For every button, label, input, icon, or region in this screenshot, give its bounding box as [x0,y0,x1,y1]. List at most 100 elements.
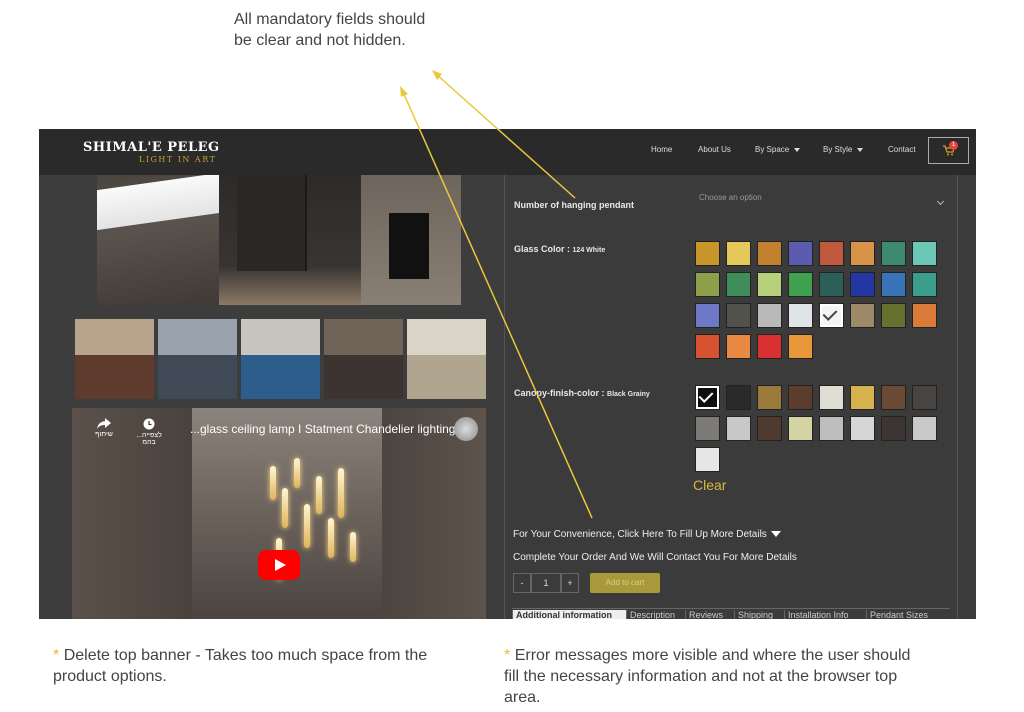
canopy-color-swatch[interactable] [912,385,937,410]
glass-color-swatch[interactable] [695,334,720,359]
glass-color-swatch[interactable] [695,241,720,266]
video-title[interactable]: ...glass ceiling lamp I Statment Chandel… [190,422,455,436]
canopy-color-swatch[interactable] [695,416,720,441]
glass-color-swatch[interactable] [757,303,782,328]
canopy-color-label-text: Canopy-finish-color : [514,388,605,398]
thumbnail-1[interactable] [75,319,154,399]
glass-color-swatch[interactable] [881,303,906,328]
channel-avatar[interactable] [454,417,478,441]
tab-installation-info[interactable]: Installation Info [784,610,866,619]
canopy-color-swatch[interactable] [881,385,906,410]
tab-additional-information[interactable]: Additional information [512,610,626,619]
nav-by-space-label: By Space [755,145,790,154]
annotation-bottom-right: * Error messages more visible and where … [504,645,924,708]
canopy-color-swatch[interactable] [819,385,844,410]
glass-color-swatch[interactable] [881,272,906,297]
page: All mandatory fields should be clear and… [0,0,1024,712]
video-watch-later-label: ...לצפייה בהמ [136,432,162,446]
glass-color-swatch[interactable] [726,334,751,359]
glass-color-swatch[interactable] [850,272,875,297]
canopy-color-swatch[interactable] [819,416,844,441]
checkmark-icon [822,306,838,321]
glass-color-label-text: Glass Color : [514,244,571,254]
play-icon[interactable] [258,550,300,580]
annotation-text: Error messages more visible and where th… [504,647,911,706]
canopy-color-swatch[interactable] [695,447,720,472]
nav-by-space[interactable]: By Space [755,145,801,154]
annotation-bottom-left: * Delete top banner - Takes too much spa… [53,645,433,687]
canopy-color-label: Canopy-finish-color : Black Grainy [514,388,650,398]
nav-by-style-label: By Style [823,145,853,154]
glass-color-swatch[interactable] [850,303,875,328]
glass-color-swatch[interactable] [757,241,782,266]
pendant-count-label: Number of hanging pendant [514,200,634,210]
thumbnail-5[interactable] [407,319,486,399]
thumbnail-2[interactable] [158,319,237,399]
tab-reviews[interactable]: Reviews [685,610,734,619]
quantity-decrease-button[interactable]: - [513,573,531,593]
glass-color-swatch[interactable] [819,241,844,266]
nav-by-style[interactable]: By Style [823,145,864,154]
glass-color-swatch[interactable] [819,303,844,328]
clear-selection-link[interactable]: Clear [693,477,726,493]
canopy-color-swatch[interactable] [881,416,906,441]
canopy-color-swatch[interactable] [695,385,720,410]
glass-color-swatch[interactable] [695,303,720,328]
canopy-color-value: Black Grainy [607,391,650,398]
video-share-label: שיתוף [95,431,113,438]
thumbnail-strip [75,319,486,399]
glass-color-swatch[interactable] [788,303,813,328]
more-details-toggle[interactable]: For Your Convenience, Click Here To Fill… [513,529,781,540]
glass-color-value: 124 White [572,247,606,254]
canopy-color-swatch[interactable] [757,416,782,441]
nav-contact[interactable]: Contact [888,145,916,154]
add-to-cart-button[interactable]: Add to cart [590,573,660,593]
column-divider [957,175,958,619]
glass-color-swatch[interactable] [726,303,751,328]
glass-color-swatch[interactable] [819,272,844,297]
logo-main[interactable]: SHIMAL'E PELEG [83,140,220,155]
glass-color-swatch[interactable] [881,241,906,266]
thumbnail-3[interactable] [241,319,320,399]
glass-color-swatch[interactable] [726,241,751,266]
canopy-color-swatch[interactable] [757,385,782,410]
glass-color-swatch[interactable] [788,334,813,359]
kitchen-photo-center [219,175,361,305]
order-info-text: Complete Your Order And We Will Contact … [513,552,797,563]
nav-about-us[interactable]: About Us [698,145,731,154]
glass-color-swatch[interactable] [912,303,937,328]
canopy-color-swatch[interactable] [850,416,875,441]
tab-shipping[interactable]: Shipping [734,610,784,619]
main-product-image[interactable] [97,175,461,305]
canopy-color-swatch[interactable] [726,385,751,410]
quantity-increase-button[interactable]: + [561,573,579,593]
quantity-input[interactable]: 1 [531,573,561,593]
glass-color-swatch[interactable] [757,272,782,297]
canopy-color-swatch[interactable] [726,416,751,441]
glass-color-swatch[interactable] [912,272,937,297]
video-watch-later-button[interactable]: ...לצפייה בהמ [130,418,168,446]
tab-pendant-sizes[interactable]: Pendant Sizes [866,610,950,619]
glass-color-swatch[interactable] [695,272,720,297]
caret-down-icon [770,531,781,538]
chevron-down-icon [794,147,801,152]
chevron-down-icon [936,197,945,206]
canopy-color-swatch[interactable] [850,385,875,410]
pendant-count-select[interactable]: Choose an option [699,193,949,215]
glass-color-swatch[interactable] [850,241,875,266]
glass-color-swatch[interactable] [757,334,782,359]
canopy-color-swatch[interactable] [788,416,813,441]
video-share-button[interactable]: שיתוף [92,418,116,438]
canopy-color-swatch[interactable] [912,416,937,441]
tab-description[interactable]: Description [626,610,685,619]
glass-color-swatch[interactable] [788,272,813,297]
thumbnail-4[interactable] [324,319,403,399]
cart-button[interactable]: 1 [928,137,969,164]
glass-color-swatch[interactable] [912,241,937,266]
checkmark-icon [698,388,714,403]
glass-color-swatch[interactable] [726,272,751,297]
glass-color-swatch[interactable] [788,241,813,266]
canopy-color-swatch[interactable] [788,385,813,410]
product-video[interactable]: שיתוף ...לצפייה בהמ ...glass ceiling lam… [72,408,486,619]
nav-home[interactable]: Home [651,145,672,154]
